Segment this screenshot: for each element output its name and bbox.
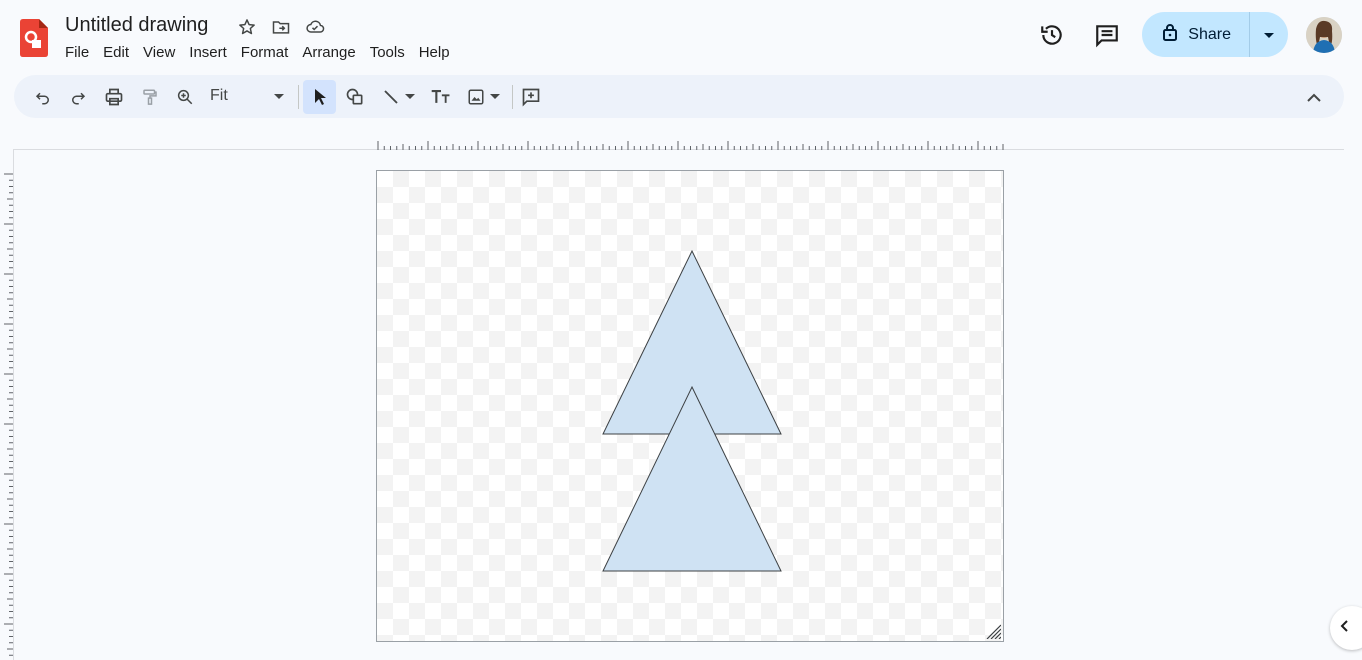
drawing-canvas[interactable] (376, 170, 1004, 642)
cloud-saved-icon[interactable] (304, 16, 326, 38)
menu-arrange[interactable]: Arrange (295, 43, 362, 63)
menu-format[interactable]: Format (234, 43, 296, 63)
side-panel-toggle[interactable] (1330, 606, 1362, 650)
text-box-icon[interactable] (426, 82, 456, 112)
star-icon[interactable] (236, 16, 258, 38)
canvas-resize-handle[interactable] (985, 623, 1002, 640)
zoom-select[interactable]: Fit (210, 87, 228, 105)
chevron-left-icon (1340, 619, 1348, 637)
add-comment-icon[interactable] (516, 82, 546, 112)
image-dropdown-icon[interactable] (486, 82, 504, 112)
select-icon[interactable] (303, 80, 336, 114)
undo-icon[interactable] (28, 82, 58, 112)
menu-tools[interactable]: Tools (363, 43, 412, 63)
shape-icon[interactable] (340, 82, 370, 112)
toolbar: Fit (14, 75, 1344, 118)
share-label: Share (1188, 25, 1231, 43)
move-to-folder-icon[interactable] (270, 16, 292, 38)
drawings-logo-icon[interactable] (20, 19, 48, 57)
menu-help[interactable]: Help (412, 43, 457, 63)
horizontal-ruler (377, 141, 1004, 150)
print-icon[interactable] (99, 82, 129, 112)
menu-insert[interactable]: Insert (182, 43, 234, 63)
vertical-ruler (4, 173, 13, 656)
dropdown-icon (1264, 26, 1274, 44)
share-button-group: Share (1142, 12, 1288, 57)
collapse-icon[interactable] (1299, 82, 1329, 112)
document-title[interactable]: Untitled drawing (65, 14, 208, 37)
paint-format-icon[interactable] (135, 82, 165, 112)
menu-file[interactable]: File (58, 43, 96, 63)
version-history-icon[interactable] (1032, 15, 1072, 55)
comments-icon[interactable] (1087, 15, 1127, 55)
line-dropdown-icon[interactable] (401, 82, 419, 112)
toolbar-divider (512, 85, 513, 109)
lock-icon (1162, 23, 1178, 46)
toolbar-divider (298, 85, 299, 109)
share-dropdown-button[interactable] (1250, 12, 1288, 57)
menu-edit[interactable]: Edit (96, 43, 136, 63)
menu-view[interactable]: View (136, 43, 182, 63)
zoom-icon[interactable] (170, 82, 200, 112)
redo-icon[interactable] (63, 82, 93, 112)
share-button[interactable]: Share (1142, 12, 1250, 57)
avatar[interactable] (1306, 16, 1342, 53)
zoom-dropdown-icon[interactable] (264, 82, 294, 112)
menu-bar: File Edit View Insert Format Arrange Too… (58, 43, 457, 63)
